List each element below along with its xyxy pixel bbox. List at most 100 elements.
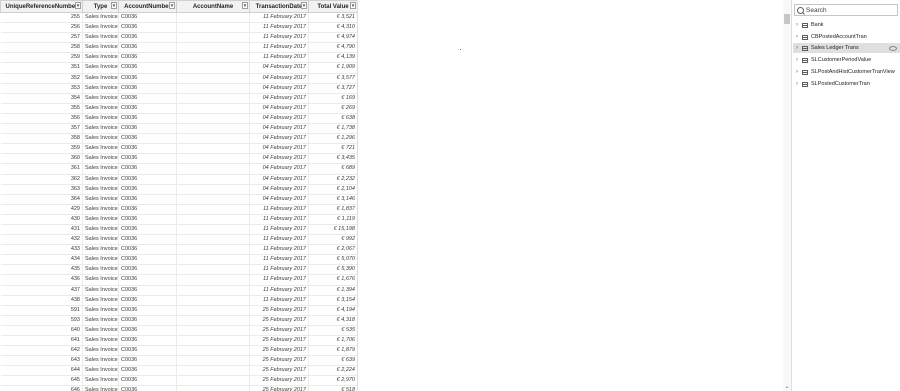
type-cell: Sales Invoice [82, 365, 119, 377]
field-table-item[interactable]: › SLPostedCustomerTran [793, 79, 900, 89]
table-row[interactable]: 354 Sales Invoice C0036 04 February 2017 € 1… [0, 93, 357, 104]
table-row[interactable]: 353 Sales Invoice C0036 04 February 2017 € 3… [0, 83, 357, 94]
chevron-right-icon[interactable]: › [796, 79, 798, 89]
field-table-item[interactable]: › CBPostedAccountTran [793, 32, 900, 42]
account-number-cell: C0036 [118, 73, 177, 84]
type-cell: Sales Invoice [82, 52, 119, 64]
table-row[interactable]: 358 Sales Invoice C0036 04 February 2017 € 1… [0, 133, 357, 145]
total-value-cell: € 5,070 [308, 254, 357, 266]
total-value-cell: € 1,296 [308, 133, 357, 145]
account-name-cell [176, 93, 250, 104]
column-header[interactable]: AccountName ▾ [176, 0, 250, 13]
table-row[interactable]: 438 Sales Invoice C0036 11 February 2017 € 3… [0, 295, 357, 306]
table-row[interactable]: 645 Sales Invoice C0036 25 February 2017 € 2… [0, 375, 357, 387]
column-header[interactable]: TransactionDate ▾ [249, 0, 309, 13]
table-row[interactable]: 432 Sales Invoice C0036 11 February 2017 € 9… [0, 234, 357, 246]
table-row[interactable]: 431 Sales Invoice C0036 11 February 2017 € 1… [0, 224, 357, 236]
account-name-cell [176, 285, 250, 296]
table-row[interactable]: 593 Sales Invoice C0036 25 February 2017 € 4… [0, 315, 357, 326]
field-table-item[interactable]: › Sales Ledger Trans [793, 43, 900, 54]
total-value-cell: € 4,790 [308, 42, 357, 54]
table-row[interactable]: 641 Sales Invoice C0036 25 February 2017 € 1… [0, 335, 357, 347]
field-table-item[interactable]: › SLCustomerPeriodValue [793, 55, 900, 65]
table-row[interactable]: 644 Sales Invoice C0036 25 February 2017 € 2… [0, 365, 357, 377]
table-row[interactable]: 433 Sales Invoice C0036 11 February 2017 € 2… [0, 244, 357, 256]
table-row[interactable]: 360 Sales Invoice C0036 04 February 2017 € 3… [0, 153, 357, 165]
column-header[interactable]: AccountNumber ▾ [118, 0, 177, 13]
chevron-right-icon[interactable]: › [796, 55, 798, 65]
chevron-right-icon[interactable]: › [796, 32, 798, 42]
account-name-cell [176, 365, 250, 377]
table-row[interactable]: 361 Sales Invoice C0036 04 February 2017 € 6… [0, 163, 357, 175]
table-row[interactable]: 259 Sales Invoice C0036 11 February 2017 € 4… [0, 52, 357, 64]
scroll-thumb[interactable] [784, 14, 790, 24]
table-row[interactable]: 430 Sales Invoice C0036 11 February 2017 € 1… [0, 214, 357, 225]
table-body: 255 Sales Invoice C0036 11 February 2017 € 3… [0, 12, 357, 391]
chevron-right-icon[interactable]: › [796, 67, 798, 77]
table-row[interactable]: 591 Sales Invoice C0036 25 February 2017 € 4… [0, 305, 357, 316]
total-value-cell: € 4,139 [308, 52, 357, 64]
scrollbar[interactable]: ⌄ [783, 0, 791, 391]
table-row[interactable]: 646 Sales Invoice C0036 25 February 2017 € 5… [0, 385, 357, 391]
account-number-cell: C0036 [118, 194, 177, 205]
column-header[interactable]: Total Value ▾ [308, 0, 357, 13]
search-input[interactable] [806, 5, 896, 15]
chevron-right-icon[interactable]: › [796, 43, 798, 53]
total-value-cell: € 638 [308, 113, 357, 125]
chevron-down-icon[interactable]: ▾ [169, 2, 175, 9]
table-row[interactable]: 255 Sales Invoice C0036 11 February 2017 € 3… [0, 12, 357, 24]
table-row[interactable]: 256 Sales Invoice C0036 11 February 2017 € 4… [0, 22, 357, 34]
table-row[interactable]: 642 Sales Invoice C0036 25 February 2017 € 1… [0, 345, 357, 357]
field-table-item[interactable]: › Bank [793, 20, 900, 30]
table-row[interactable]: 362 Sales Invoice C0036 04 February 2017 € 2… [0, 174, 357, 185]
account-name-cell [176, 244, 250, 256]
account-number-cell: C0036 [118, 93, 177, 104]
table-row[interactable]: 359 Sales Invoice C0036 04 February 2017 € 7… [0, 143, 357, 155]
table-row[interactable]: 640 Sales Invoice C0036 25 February 2017 € 5… [0, 325, 357, 337]
account-number-cell: C0036 [118, 204, 177, 215]
table-row[interactable]: 434 Sales Invoice C0036 11 February 2017 € 5… [0, 254, 357, 266]
chevron-right-icon[interactable]: › [796, 20, 798, 30]
eye-icon[interactable] [889, 46, 897, 52]
total-value-cell: € 3,727 [308, 83, 357, 94]
table-row[interactable]: 437 Sales Invoice C0036 11 February 2017 € 1… [0, 285, 357, 296]
table-row[interactable]: 258 Sales Invoice C0036 11 February 2017 € 4… [0, 42, 357, 54]
table-row[interactable]: 363 Sales Invoice C0036 04 February 2017 € 2… [0, 184, 357, 195]
table-row[interactable]: 643 Sales Invoice C0036 25 February 2017 € 6… [0, 355, 357, 367]
reference-number-cell: 352 [0, 73, 83, 84]
type-cell: Sales Invoice [82, 254, 119, 266]
column-header[interactable]: UniqueReferenceNumber ▾ [0, 0, 83, 13]
search-box[interactable] [794, 4, 898, 16]
transaction-date-cell: 04 February 2017 [249, 93, 309, 104]
type-cell: Sales Invoice [82, 385, 119, 391]
column-header[interactable]: Type ▾ [82, 0, 119, 13]
total-value-cell: € 1,837 [308, 204, 357, 215]
type-cell: Sales Invoice [82, 133, 119, 145]
account-number-cell: C0036 [118, 123, 177, 135]
table-row[interactable]: 364 Sales Invoice C0036 04 February 2017 € 3… [0, 194, 357, 205]
table-row[interactable]: 257 Sales Invoice C0036 11 February 2017 € 4… [0, 32, 357, 44]
table-row[interactable]: 355 Sales Invoice C0036 04 February 2017 € 2… [0, 103, 357, 114]
account-number-cell: C0036 [118, 325, 177, 337]
table-row[interactable]: 435 Sales Invoice C0036 11 February 2017 € 5… [0, 264, 357, 276]
chevron-down-icon[interactable]: ▾ [111, 2, 117, 9]
table-row[interactable]: 351 Sales Invoice C0036 04 February 2017 € 1… [0, 62, 357, 74]
type-cell: Sales Invoice [82, 163, 119, 175]
chevron-down-icon[interactable]: ▾ [242, 2, 248, 9]
table-row[interactable]: 352 Sales Invoice C0036 04 February 2017 € 3… [0, 73, 357, 84]
scroll-down-icon[interactable]: ⌄ [783, 383, 791, 391]
transaction-date-cell: 04 February 2017 [249, 194, 309, 205]
field-table-item[interactable]: › SLPostAndHistCustomerTranView [793, 67, 900, 77]
account-name-cell [176, 254, 250, 266]
chevron-down-icon[interactable]: ▾ [75, 2, 81, 9]
table-row[interactable]: 356 Sales Invoice C0036 04 February 2017 € 6… [0, 113, 357, 125]
data-grid: UniqueReferenceNumber ▾ Type ▾ AccountNumber… [0, 0, 358, 391]
table-row[interactable]: 429 Sales Invoice C0036 11 February 2017 € 1… [0, 204, 357, 215]
transaction-date-cell: 25 February 2017 [249, 345, 309, 357]
table-row[interactable]: 357 Sales Invoice C0036 04 February 2017 € 1… [0, 123, 357, 135]
chevron-down-icon[interactable]: ▾ [350, 2, 356, 9]
chevron-down-icon[interactable]: ▾ [301, 2, 307, 9]
table-row[interactable]: 436 Sales Invoice C0036 11 February 2017 € 1… [0, 274, 357, 286]
type-cell: Sales Invoice [82, 153, 119, 165]
transaction-date-cell: 04 February 2017 [249, 153, 309, 165]
